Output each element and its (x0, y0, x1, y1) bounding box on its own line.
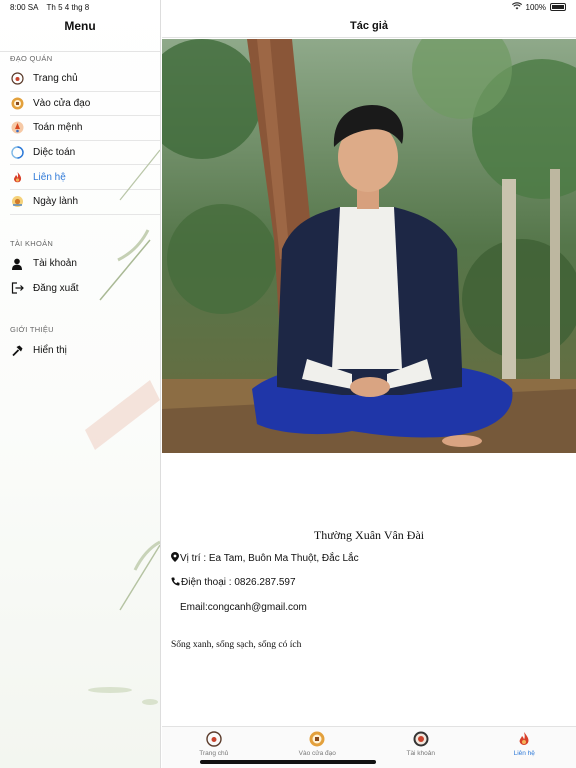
sidebar-item-diec-toan[interactable]: Diệc toán (10, 141, 160, 166)
sidebar-item-vao-cua-dao[interactable]: Vào cửa đạo (10, 92, 160, 117)
email-row: Email:congcanh@gmail.com (180, 602, 307, 613)
section-title-tai-khoan: TÀI KHOẢN (10, 238, 54, 248)
sidebar-item-lien-he[interactable]: Liên hệ (10, 165, 160, 190)
fortune-icon (10, 121, 24, 135)
status-bar: 8:00 SA Th 5 4 thg 8 100% (0, 0, 576, 14)
user-icon (10, 257, 24, 271)
home-logo-icon (206, 731, 222, 747)
page-title: Tác giả (162, 14, 576, 38)
calendar-sun-icon (10, 195, 24, 209)
wifi-icon (511, 2, 522, 12)
flame-icon (516, 731, 532, 747)
author-name: Thường Xuân Vân Đài (313, 528, 425, 542)
section-title-dao-quan: ĐẠO QUÁN (10, 54, 53, 63)
sidebar-item-label: Đăng xuất (33, 282, 79, 294)
sidebar-item-label: Trang chủ (33, 73, 78, 85)
tab-lien-he[interactable]: Liên hệ (473, 727, 576, 768)
sidebar-item-label: Diệc toán (33, 147, 76, 159)
phone-icon (171, 577, 180, 588)
sidebar-item-toan-menh[interactable]: Toán mệnh (10, 116, 160, 141)
phone-row: Điện thoại : 0826.287.597 (171, 577, 296, 588)
location-pin-icon (171, 552, 179, 564)
hammer-icon (10, 343, 24, 357)
tab-label: Liên hệ (513, 750, 535, 757)
section-title-gioi-thieu: GIỚI THIỆU (10, 324, 54, 334)
tab-label: Trang chủ (199, 750, 229, 757)
battery-icon (550, 3, 566, 11)
home-logo-icon (10, 72, 24, 86)
gate-icon (309, 731, 325, 747)
location-row: Vị trí : Ea Tam, Buôn Ma Thuột, Đắc Lắc (171, 552, 359, 564)
sidebar-item-label: Tài khoản (33, 258, 77, 270)
sidebar-item-tai-khoan[interactable]: Tài khoản (10, 252, 160, 277)
sidebar-item-label: Vào cửa đạo (33, 97, 91, 109)
tab-tai-khoan[interactable]: Tài khoản (369, 727, 473, 768)
logout-icon (10, 281, 24, 295)
sidebar-item-label: Toán mệnh (33, 122, 83, 134)
main-content: Tác giả Thường Xuân Vân Đài Vị trí: Ea … (162, 0, 576, 768)
sidebar-item-hien-thi[interactable]: Hiển thị (10, 338, 160, 363)
gate-icon (10, 96, 24, 110)
sidebar-item-label: Ngày lành (33, 196, 79, 208)
sidebar-menu: Menu ĐẠO QUÁN Trang chủ Vào cửa đạo Toán… (0, 0, 161, 768)
sidebar-item-dang-xuat[interactable]: Đăng xuất (10, 276, 160, 301)
location-text: Vị trí : Ea Tam, Buôn Ma Thuột, Đắc Lắc (180, 552, 359, 564)
home-indicator (200, 760, 376, 764)
status-date: Th 5 4 thg 8 (46, 2, 90, 12)
motto-text: Sống xanh, sống sạch, sống có ích (171, 640, 302, 650)
account-icon (413, 731, 429, 747)
sidebar-item-label: Hiển thị (33, 344, 67, 356)
status-time: 8:00 SA (10, 2, 39, 12)
sidebar-item-ngay-lanh[interactable]: Ngày lành (10, 190, 160, 215)
battery-percent: 100% (525, 2, 546, 12)
email-text[interactable]: Email:congcanh@gmail.com (180, 602, 307, 613)
sidebar-item-trang-chu[interactable]: Trang chủ (10, 67, 160, 92)
phone-text: Điện thoại : 0826.287.597 (181, 577, 296, 588)
sidebar-item-label: Liên hệ (33, 171, 66, 183)
author-photo (162, 39, 576, 453)
divination-icon (10, 146, 24, 160)
tab-label: Vào cửa đạo (298, 750, 336, 757)
flame-icon (10, 170, 24, 184)
tab-label: Tài khoản (406, 750, 436, 757)
